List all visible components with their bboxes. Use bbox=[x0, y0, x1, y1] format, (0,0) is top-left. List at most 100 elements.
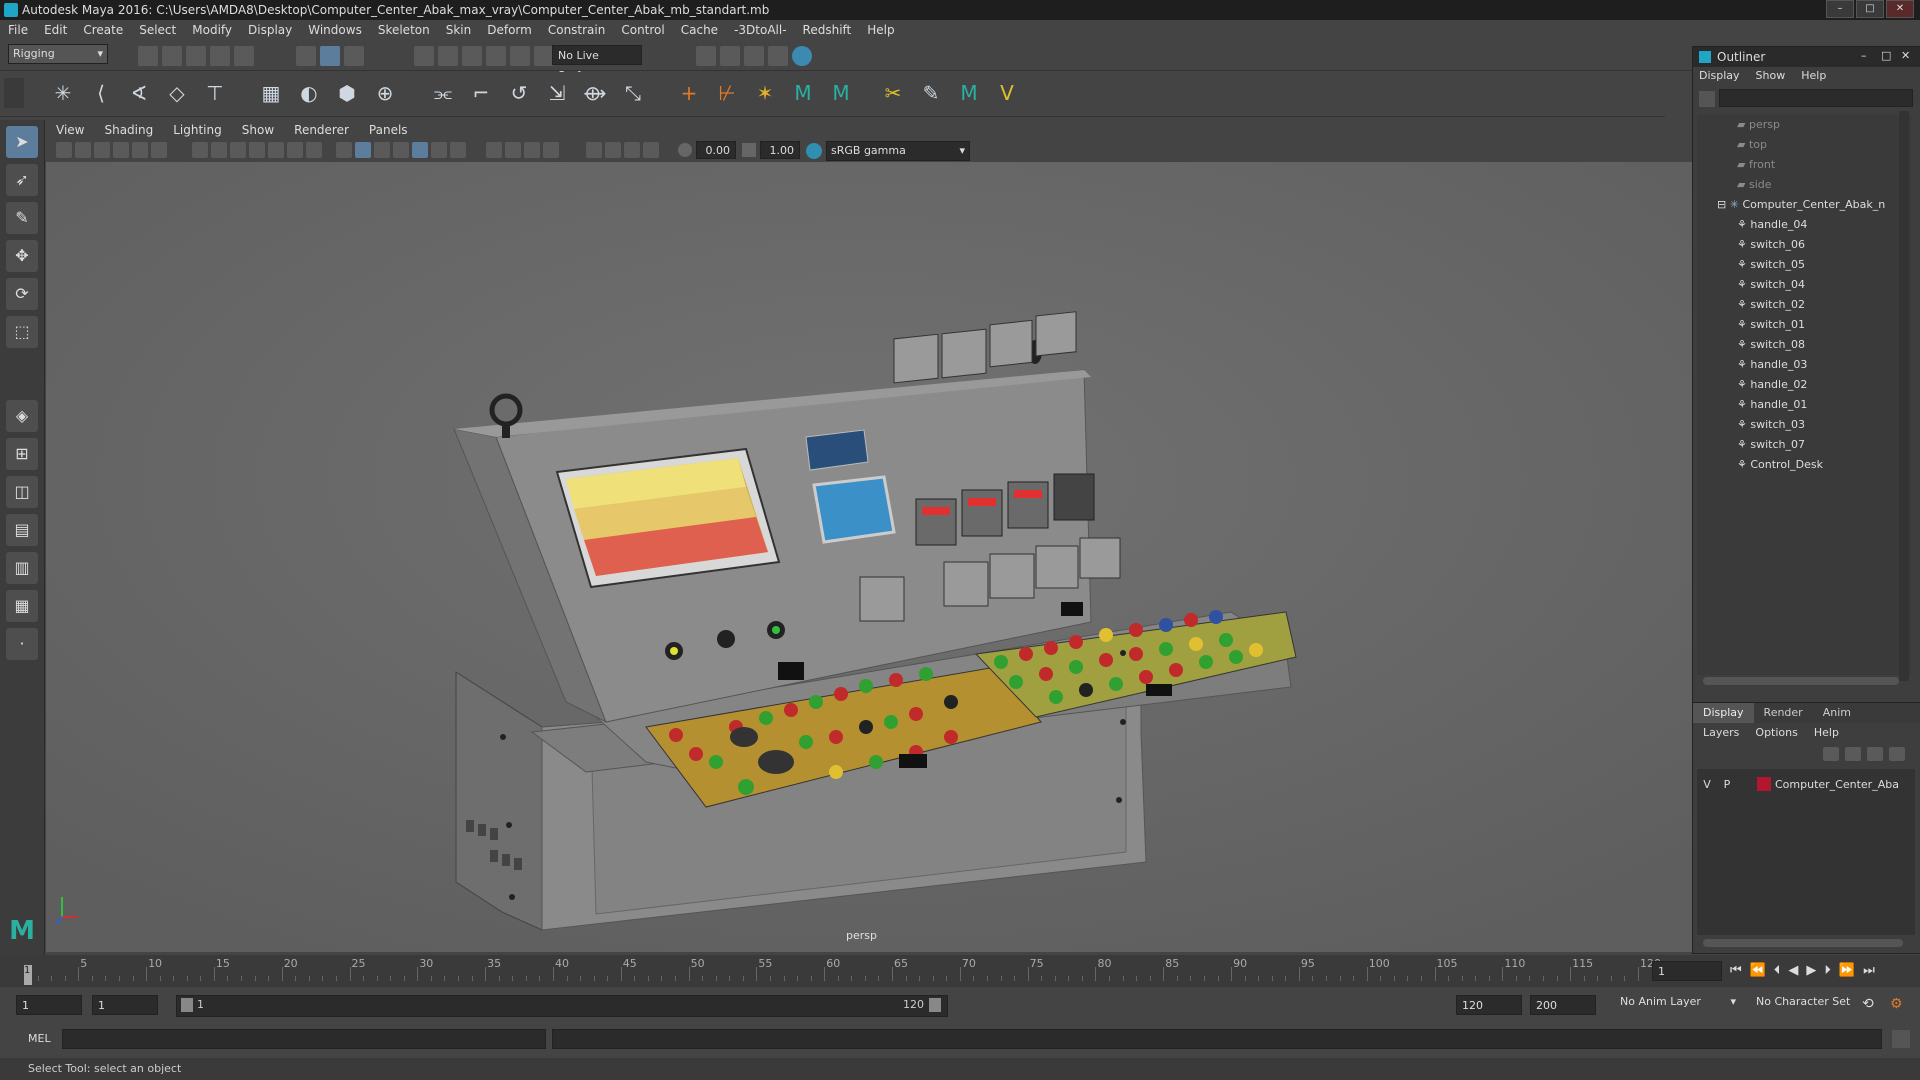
render-view-icon[interactable] bbox=[792, 46, 812, 66]
move-tool-icon[interactable]: ✥ bbox=[6, 240, 38, 272]
tab-render[interactable]: Render bbox=[1754, 703, 1813, 723]
cmd-language-label[interactable]: MEL bbox=[28, 1032, 51, 1045]
layers-menu-help[interactable]: Help bbox=[1814, 726, 1839, 739]
locator-icon[interactable]: + bbox=[675, 79, 703, 107]
anim-layer-dropdown[interactable]: No Anim Layer ▾ bbox=[1620, 995, 1736, 1015]
menu-redshift[interactable]: Redshift bbox=[795, 23, 860, 37]
outliner-menu-show[interactable]: Show bbox=[1756, 69, 1786, 82]
layer-visibility-toggle[interactable]: V bbox=[1697, 778, 1717, 791]
outliner-maximize-icon[interactable]: □ bbox=[1881, 49, 1891, 62]
bookmark-icon[interactable] bbox=[94, 142, 110, 158]
outliner-item-switch-03[interactable]: ⚘ switch_03 bbox=[1737, 415, 1805, 435]
anim-prefs-icon[interactable]: ⚙ bbox=[1890, 996, 1903, 1012]
step-forward-frame-icon[interactable]: ⏵ bbox=[1824, 963, 1831, 978]
outliner-menu-display[interactable]: Display bbox=[1699, 69, 1740, 82]
panel-menu-shading[interactable]: Shading bbox=[94, 123, 163, 137]
playback-end-field[interactable]: 120 bbox=[1456, 995, 1522, 1015]
cluster-icon[interactable]: ⊕ bbox=[371, 79, 399, 107]
orient-joint-icon[interactable]: ⊤ bbox=[201, 79, 229, 107]
outliner-minimize-icon[interactable]: – bbox=[1861, 49, 1867, 62]
panel-menu-panels[interactable]: Panels bbox=[359, 123, 418, 137]
select-component-icon[interactable] bbox=[344, 46, 364, 66]
camera-attr-icon[interactable] bbox=[75, 142, 91, 158]
xray-joints-icon[interactable] bbox=[624, 142, 640, 158]
layer-move-down-icon[interactable] bbox=[1845, 747, 1861, 761]
menu-skeleton[interactable]: Skeleton bbox=[370, 23, 438, 37]
snap-curve-icon[interactable] bbox=[438, 46, 458, 66]
select-hierarchy-icon[interactable] bbox=[296, 46, 316, 66]
step-forward-key-icon[interactable]: ⏩ bbox=[1839, 963, 1855, 978]
xray-components-icon[interactable] bbox=[643, 142, 659, 158]
outliner-item-switch-07[interactable]: ⚘ switch_07 bbox=[1737, 435, 1805, 455]
menu-control[interactable]: Control bbox=[613, 23, 672, 37]
safe-title-icon[interactable] bbox=[306, 142, 322, 158]
panel-menu-show[interactable]: Show bbox=[232, 123, 284, 137]
blend-shape-icon[interactable]: ✶ bbox=[751, 79, 779, 107]
snap-live-icon[interactable] bbox=[534, 46, 554, 66]
go-to-start-icon[interactable]: ⏮ bbox=[1730, 963, 1742, 978]
textured-icon[interactable] bbox=[412, 142, 428, 158]
play-backward-icon[interactable]: ◀ bbox=[1788, 963, 1798, 978]
refresh-icon[interactable] bbox=[1699, 91, 1715, 107]
playback-start-field[interactable]: 1 bbox=[92, 995, 158, 1015]
wireframe-icon[interactable] bbox=[336, 142, 352, 158]
redo-icon[interactable] bbox=[234, 46, 254, 66]
current-time-marker[interactable]: 1 bbox=[24, 965, 32, 985]
outliner-item-front[interactable]: ▰ front bbox=[1737, 155, 1775, 175]
layer-name[interactable]: Computer_Center_Aba bbox=[1775, 778, 1899, 791]
undo-icon[interactable] bbox=[210, 46, 230, 66]
snap-point-icon[interactable] bbox=[462, 46, 482, 66]
layout-more-icon[interactable]: · bbox=[6, 628, 38, 660]
outliner-menu-help[interactable]: Help bbox=[1801, 69, 1826, 82]
skin-tools-icon[interactable]: ✎ bbox=[917, 79, 945, 107]
open-scene-icon[interactable] bbox=[162, 46, 182, 66]
maximize-button[interactable]: □ bbox=[1856, 0, 1884, 18]
outliner-search-input[interactable] bbox=[1719, 89, 1913, 107]
layer-row[interactable]: V P Computer_Center_Aba bbox=[1697, 775, 1915, 793]
play-forward-icon[interactable]: ▶ bbox=[1806, 963, 1816, 978]
render-frame-icon[interactable] bbox=[696, 46, 716, 66]
color-management-icon[interactable] bbox=[806, 143, 822, 159]
outliner-item-switch-02[interactable]: ⚘ switch_02 bbox=[1737, 295, 1805, 315]
persp-outliner-icon[interactable]: ▤ bbox=[6, 514, 38, 546]
outliner-item-handle-01[interactable]: ⚘ handle_01 bbox=[1737, 395, 1807, 415]
field-chart-icon[interactable] bbox=[268, 142, 284, 158]
auto-key-icon[interactable]: ⟲ bbox=[1862, 996, 1874, 1012]
single-view-icon[interactable]: ◈ bbox=[6, 400, 38, 432]
scale-constraint-icon[interactable]: ⇲ bbox=[543, 79, 571, 107]
hik-character-icon[interactable]: M bbox=[789, 79, 817, 107]
orient-constraint-icon[interactable]: ↺ bbox=[505, 79, 533, 107]
panel-menu-lighting[interactable]: Lighting bbox=[163, 123, 232, 137]
layer-move-up-icon[interactable] bbox=[1823, 747, 1839, 761]
layers-menu-layers[interactable]: Layers bbox=[1703, 726, 1739, 739]
xray-icon[interactable] bbox=[605, 142, 621, 158]
smooth-shade-icon[interactable] bbox=[355, 142, 371, 158]
panel-menu-view[interactable]: View bbox=[46, 123, 94, 137]
shelf-options-icon[interactable] bbox=[4, 78, 24, 108]
image-plane-icon[interactable] bbox=[113, 142, 129, 158]
snap-view-icon[interactable] bbox=[486, 46, 506, 66]
persp-graph-icon[interactable]: ▥ bbox=[6, 552, 38, 584]
paint-weights-icon[interactable]: ◐ bbox=[295, 79, 323, 107]
menu-windows[interactable]: Windows bbox=[300, 23, 370, 37]
gate-mask-icon[interactable] bbox=[249, 142, 265, 158]
select-tool-icon[interactable]: ➤ bbox=[6, 126, 38, 158]
new-layer-selected-icon[interactable] bbox=[1889, 747, 1905, 761]
side-by-side-icon[interactable]: ◫ bbox=[6, 476, 38, 508]
outliner-item-side[interactable]: ▰ side bbox=[1737, 175, 1772, 195]
rotate-tool-icon[interactable]: ⟳ bbox=[6, 278, 38, 310]
snap-surface-icon[interactable] bbox=[510, 46, 530, 66]
gamma-field[interactable]: 1.00 bbox=[760, 141, 800, 159]
outliner-item-switch-08[interactable]: ⚘ switch_08 bbox=[1737, 335, 1805, 355]
menu-file[interactable]: File bbox=[0, 23, 36, 37]
anti-alias-icon[interactable] bbox=[524, 142, 540, 158]
outliner-item-control-desk[interactable]: ⚘ Control_Desk bbox=[1737, 455, 1823, 475]
minimize-button[interactable]: – bbox=[1826, 0, 1854, 18]
outliner-item-group[interactable]: ⊟ ✳ Computer_Center_Abak_n bbox=[1717, 195, 1885, 215]
aim-constraint-icon[interactable]: ⟴ bbox=[581, 79, 609, 107]
menu-constrain[interactable]: Constrain bbox=[540, 23, 614, 37]
hypershade-icon[interactable] bbox=[768, 46, 788, 66]
resolution-gate-icon[interactable] bbox=[230, 142, 246, 158]
script-editor-icon[interactable] bbox=[1892, 1030, 1910, 1048]
menu-cache[interactable]: Cache bbox=[673, 23, 726, 37]
